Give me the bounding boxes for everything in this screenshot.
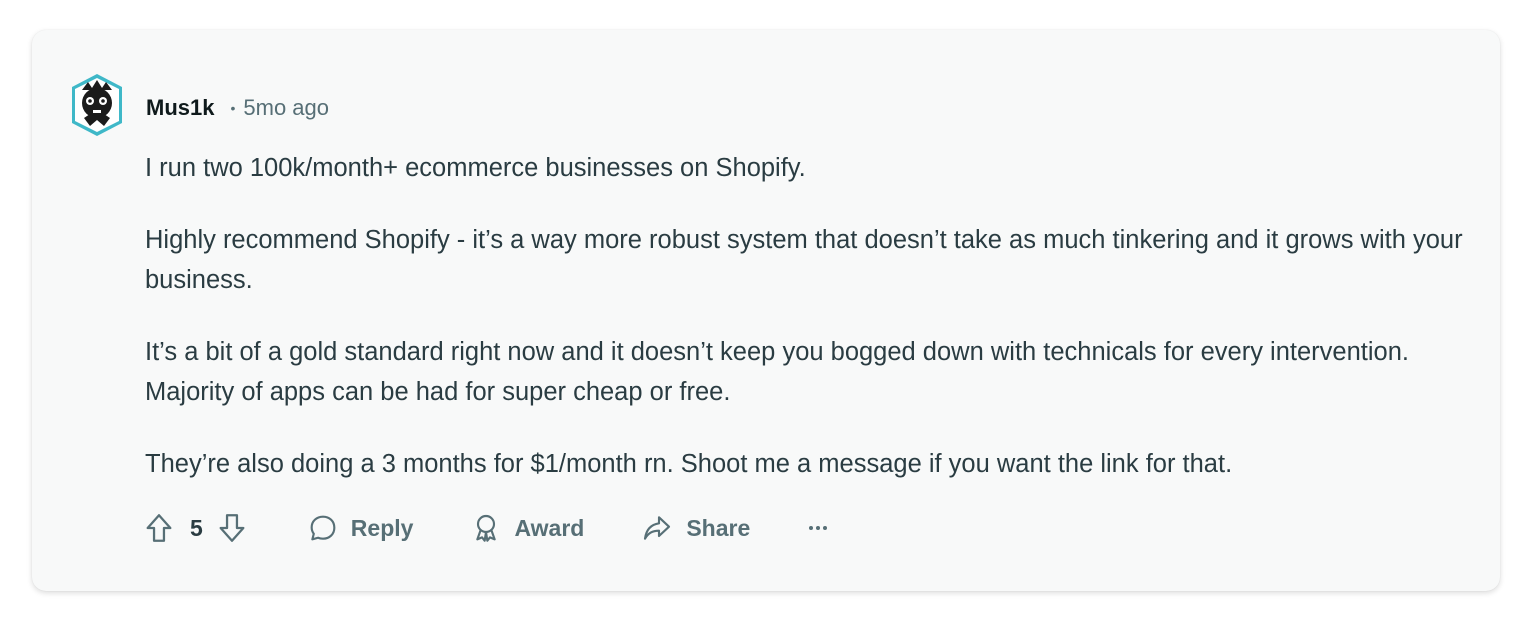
share-label: Share <box>686 514 751 541</box>
share-arrow-icon <box>640 512 674 544</box>
share-button[interactable]: Share <box>640 512 750 544</box>
vote-count: 5 <box>190 514 203 541</box>
comment-header: Mus1k • 5mo ago <box>146 94 329 122</box>
comment-paragraph: They’re also doing a 3 months for $1/mon… <box>145 450 1233 478</box>
reply-label: Reply <box>350 514 414 541</box>
award-button[interactable]: Award <box>470 512 584 544</box>
arrow-up-icon[interactable] <box>142 511 176 545</box>
arrow-down-icon[interactable] <box>215 511 249 545</box>
speech-bubble-icon <box>307 512 339 544</box>
comment-body: I run two 100k/month+ ecommerce business… <box>145 148 1465 516</box>
user-avatar[interactable] <box>68 70 126 140</box>
meta-separator: • <box>230 100 236 116</box>
username-link[interactable]: Mus1k <box>146 95 214 121</box>
comment-action-bar: 5 Reply Award Share <box>142 508 830 548</box>
comment-paragraph: Highly recommend Shopify - it’s a way mo… <box>145 226 1463 294</box>
award-ribbon-icon <box>470 512 502 544</box>
comment-card: Mus1k • 5mo ago I run two 100k/month+ ec… <box>32 30 1500 591</box>
more-options-button[interactable] <box>806 516 830 540</box>
comment-paragraph: It’s a bit of a gold standard right now … <box>145 338 1409 406</box>
comment-paragraph: I run two 100k/month+ ecommerce business… <box>145 154 806 182</box>
reply-button[interactable]: Reply <box>307 512 414 544</box>
award-label: Award <box>514 514 585 541</box>
ellipsis-icon <box>806 516 830 540</box>
timestamp[interactable]: 5mo ago <box>243 95 329 121</box>
